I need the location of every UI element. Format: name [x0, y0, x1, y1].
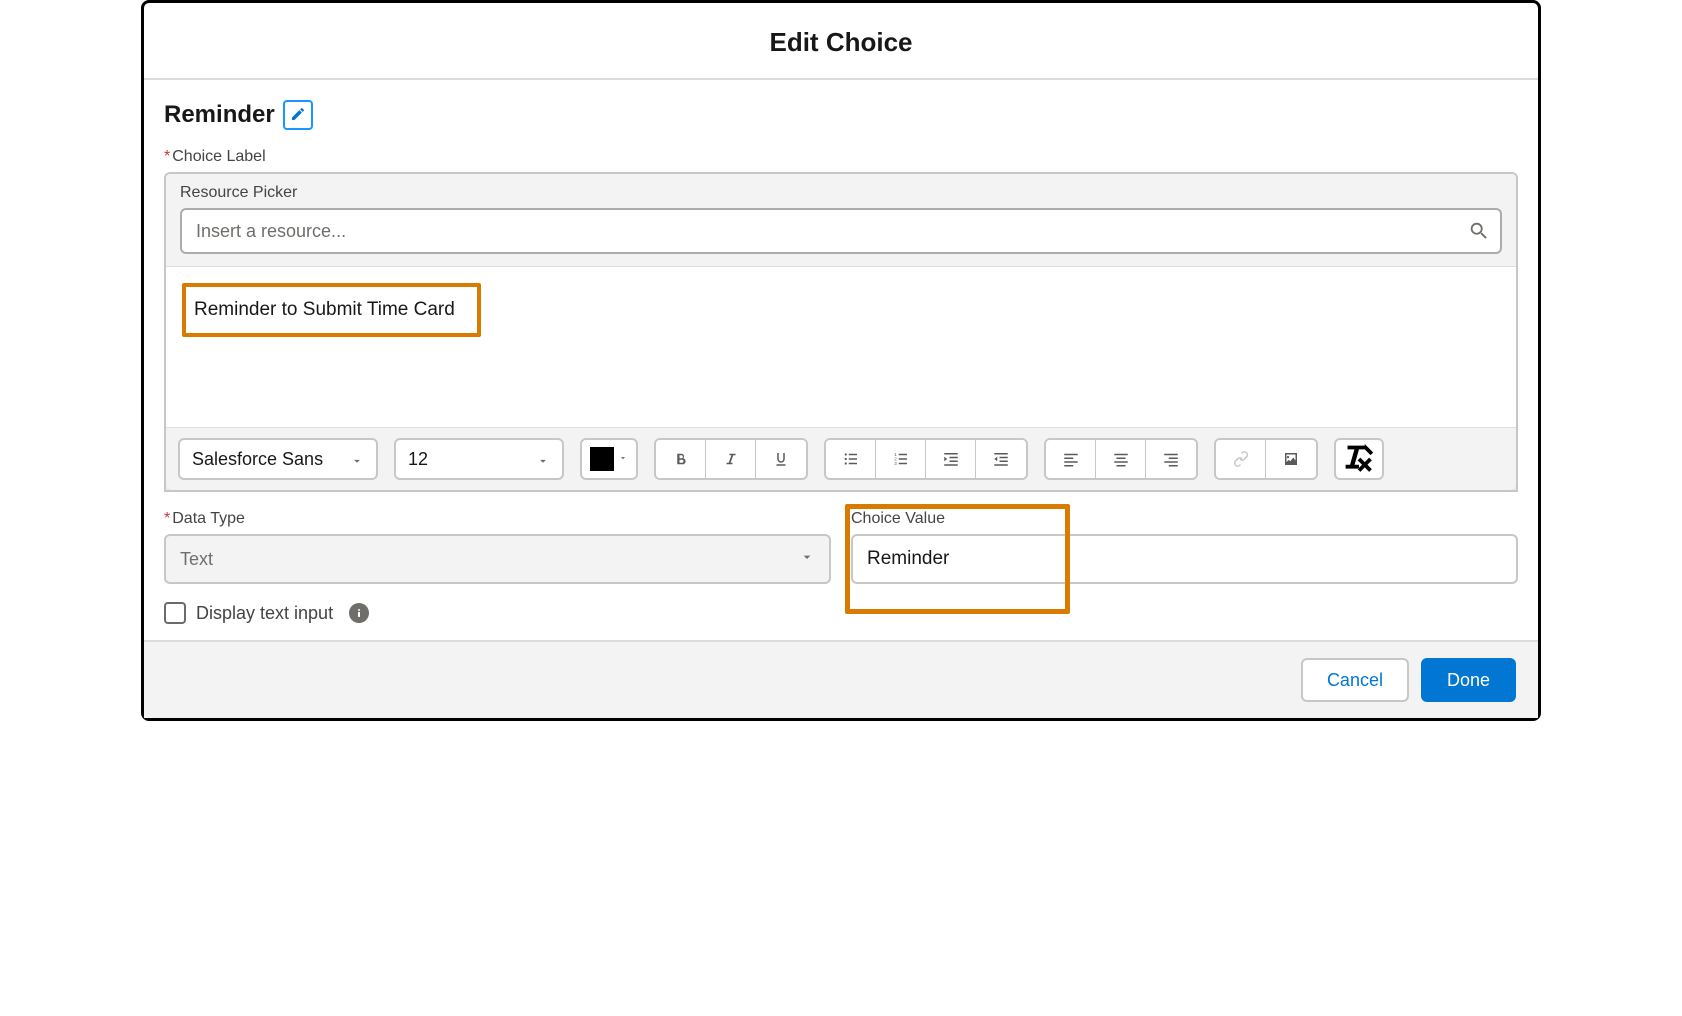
rich-text-value: Reminder to Submit Time Card: [182, 283, 481, 337]
display-text-input-checkbox[interactable]: [164, 602, 186, 624]
underline-button[interactable]: [756, 440, 806, 478]
indent-button[interactable]: [926, 440, 976, 478]
chevron-down-icon: [618, 450, 628, 468]
text-color-select[interactable]: [580, 438, 638, 480]
resource-picker-label: Resource Picker: [180, 184, 1502, 202]
outdent-button[interactable]: [976, 440, 1026, 478]
edit-name-button[interactable]: [283, 100, 313, 130]
choice-value-column: Choice Value: [851, 510, 1518, 584]
resource-picker-input[interactable]: [180, 208, 1502, 254]
resource-name-row: Reminder: [164, 100, 1518, 130]
data-type-column: Data Type Text: [164, 510, 831, 584]
rich-text-toolbar: Salesforce Sans 12: [166, 427, 1516, 490]
chevron-down-icon: [536, 452, 550, 466]
display-text-input-row: Display text input: [164, 602, 1518, 624]
chevron-down-icon: [799, 549, 815, 570]
rich-text-area[interactable]: Reminder to Submit Time Card: [166, 267, 1516, 427]
choice-value-input[interactable]: [851, 534, 1518, 584]
resource-picker-header: Resource Picker: [166, 174, 1516, 267]
align-group: [1044, 438, 1198, 480]
display-text-input-label: Display text input: [196, 603, 333, 624]
resource-picker-wrap: [180, 208, 1502, 254]
modal-body: Reminder Choice Label Resource Picker R: [144, 80, 1538, 640]
clear-format-button[interactable]: [1334, 438, 1384, 480]
text-style-group: [654, 438, 808, 480]
choice-label-field-label: Choice Label: [164, 148, 1518, 166]
font-family-value: Salesforce Sans: [192, 449, 323, 470]
font-size-value: 12: [408, 449, 428, 470]
data-type-select[interactable]: Text: [164, 534, 831, 584]
choice-label-editor: Resource Picker Reminder to Submit Time …: [164, 172, 1518, 492]
italic-button[interactable]: [706, 440, 756, 478]
data-type-label: Data Type: [164, 510, 831, 528]
cancel-button[interactable]: Cancel: [1301, 658, 1409, 702]
color-swatch-icon: [590, 447, 614, 471]
image-button[interactable]: [1266, 440, 1316, 478]
done-button[interactable]: Done: [1421, 658, 1516, 702]
link-button[interactable]: [1216, 440, 1266, 478]
bold-button[interactable]: [656, 440, 706, 478]
chevron-down-icon: [350, 452, 364, 466]
lower-form-row: Data Type Text Choice Value: [164, 510, 1518, 584]
font-size-select[interactable]: 12: [394, 438, 564, 480]
font-family-select[interactable]: Salesforce Sans: [178, 438, 378, 480]
search-icon: [1468, 220, 1490, 242]
list-group: 123: [824, 438, 1028, 480]
align-center-button[interactable]: [1096, 440, 1146, 478]
choice-value-label: Choice Value: [851, 510, 1518, 528]
modal-title: Edit Choice: [144, 27, 1538, 58]
insert-group: [1214, 438, 1318, 480]
align-right-button[interactable]: [1146, 440, 1196, 478]
info-icon[interactable]: [349, 603, 369, 623]
resource-name: Reminder: [164, 101, 275, 129]
bullet-list-button[interactable]: [826, 440, 876, 478]
data-type-value: Text: [180, 549, 213, 570]
pencil-icon: [290, 106, 306, 125]
numbered-list-button[interactable]: 123: [876, 440, 926, 478]
modal-footer: Cancel Done: [144, 640, 1538, 718]
edit-choice-modal: Edit Choice Reminder Choice Label Resour…: [141, 0, 1541, 721]
modal-header: Edit Choice: [144, 3, 1538, 80]
align-left-button[interactable]: [1046, 440, 1096, 478]
svg-text:3: 3: [894, 461, 897, 466]
